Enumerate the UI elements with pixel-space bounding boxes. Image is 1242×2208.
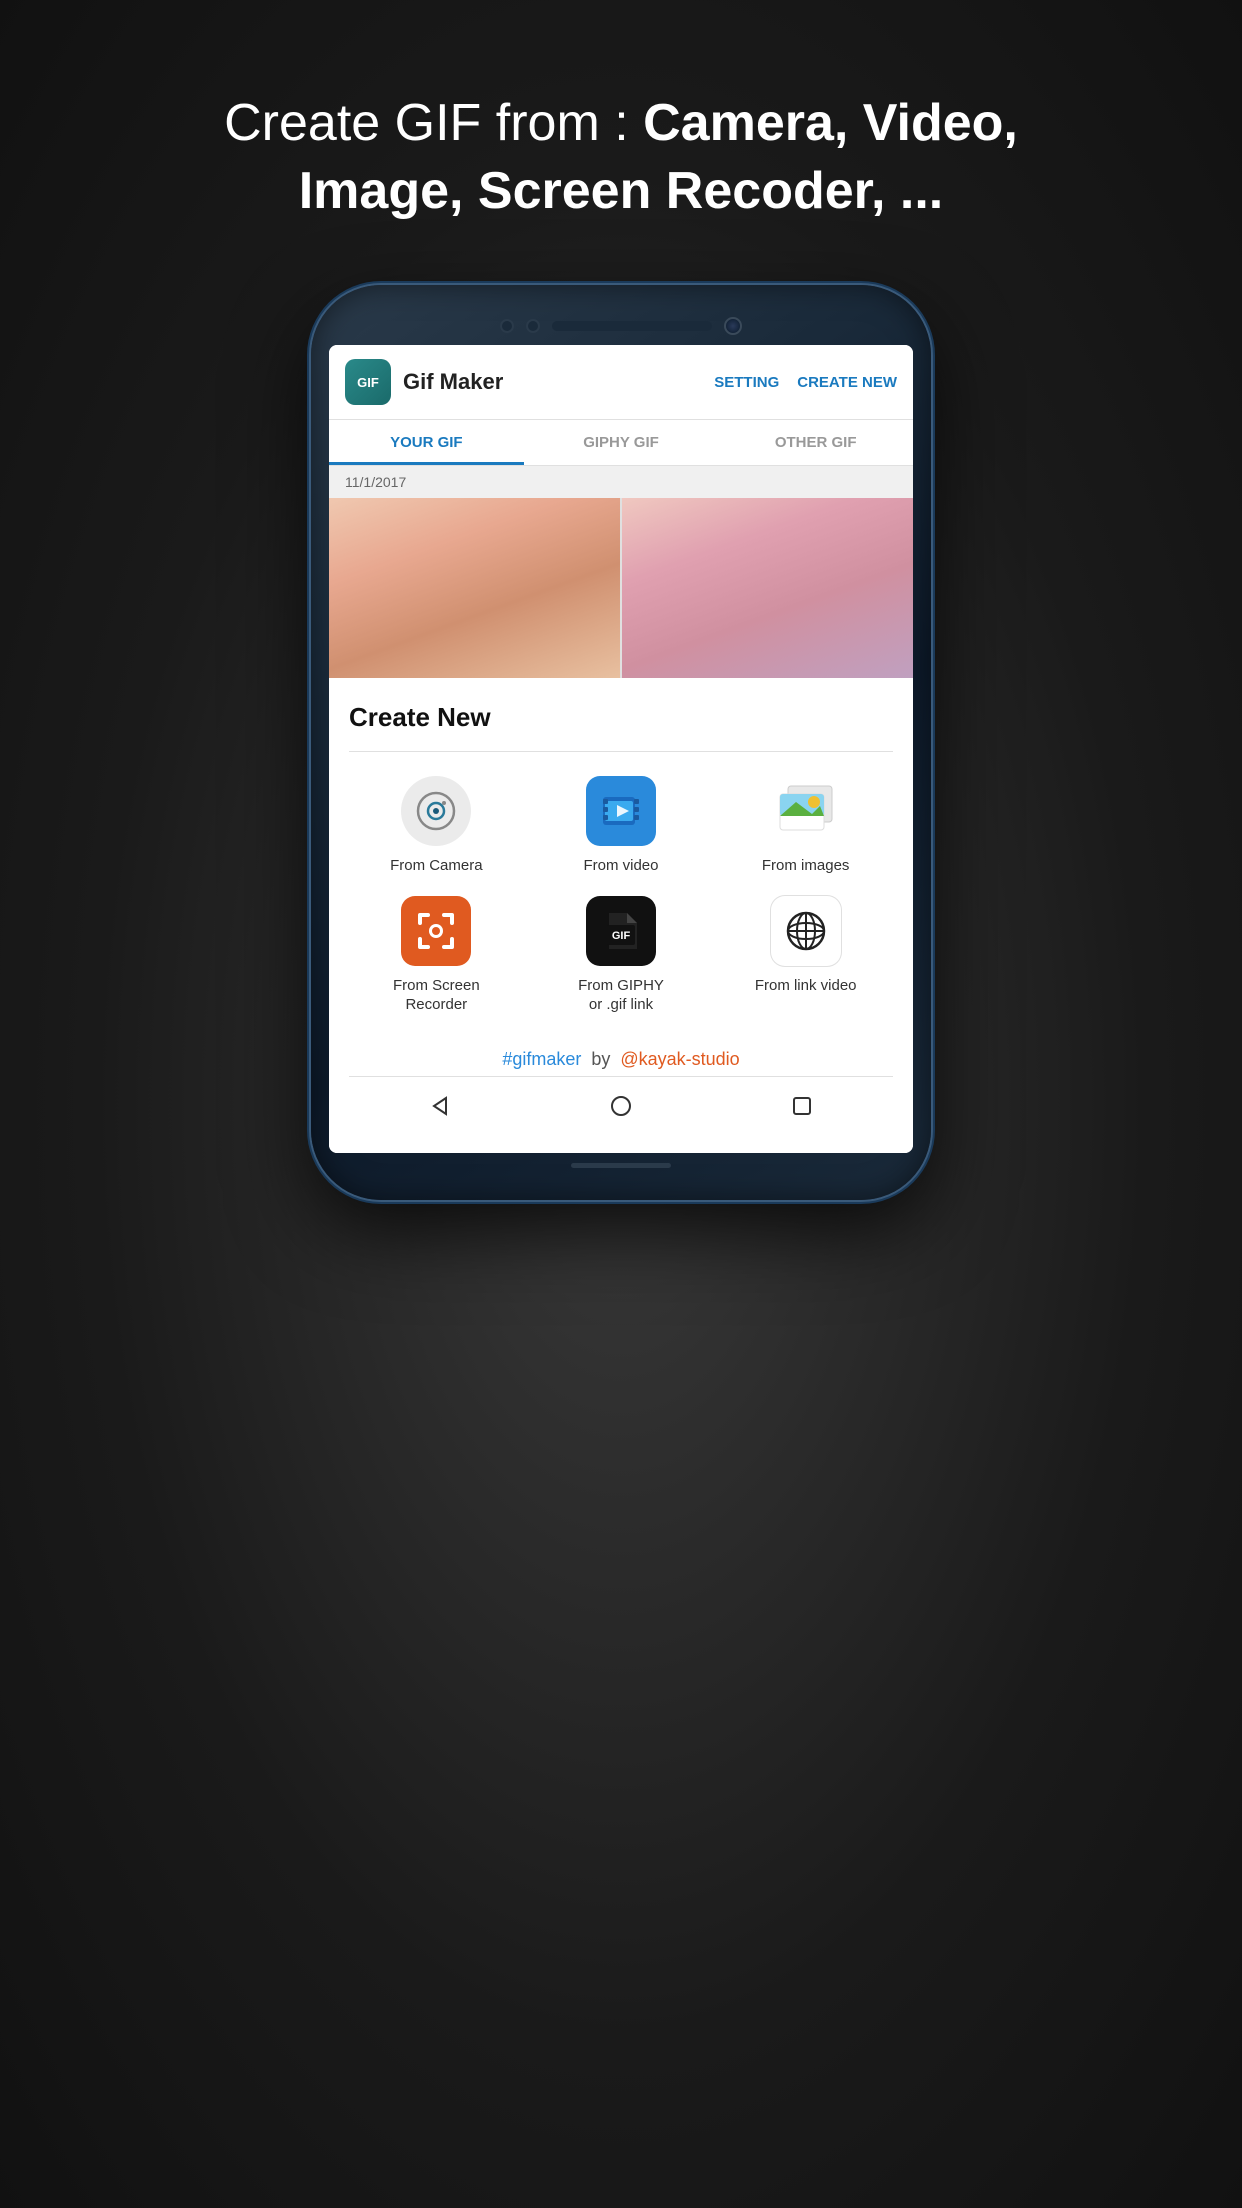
create-new-sheet: Create New Fr	[329, 678, 913, 1153]
camera-svg	[415, 790, 457, 832]
giphy-icon: GIF	[586, 896, 656, 966]
phone-bottom	[329, 1153, 913, 1182]
phone-screen: GIF Gif Maker SETTING CREATE NEW YOUR GI…	[329, 345, 913, 1153]
date-label: 11/1/2017	[329, 466, 913, 498]
phone-top-bar	[329, 303, 913, 345]
options-grid: From Camera	[349, 776, 893, 1015]
back-button[interactable]	[425, 1091, 455, 1121]
images-svg	[776, 784, 836, 838]
gif-thumb-1[interactable]	[329, 498, 620, 678]
promo-line1-normal: Create GIF from :	[224, 94, 643, 152]
globe-icon	[771, 896, 841, 966]
speaker-grille	[552, 321, 712, 331]
phone-frame: GIF Gif Maker SETTING CREATE NEW YOUR GI…	[311, 285, 931, 1200]
sheet-divider	[349, 751, 893, 752]
option-camera-label: From Camera	[390, 856, 483, 876]
option-images[interactable]: From images	[718, 776, 893, 876]
option-giphy-label: From GIPHY or .gif link	[578, 976, 664, 1015]
footer-studio: @kayak-studio	[620, 1049, 739, 1070]
video-icon	[586, 776, 656, 846]
option-giphy[interactable]: GIF From GIPHY or .gif link	[534, 896, 709, 1015]
setting-button[interactable]: SETTING	[714, 374, 779, 391]
gif-thumb-2[interactable]	[622, 498, 913, 678]
promo-header: Create GIF from : Camera, Video, Image, …	[171, 90, 1071, 225]
recent-apps-button[interactable]	[787, 1091, 817, 1121]
option-link-label: From link video	[755, 976, 857, 996]
camera-icon	[401, 776, 471, 846]
option-link-video[interactable]: From link video	[718, 896, 893, 1015]
navigation-bar	[349, 1076, 893, 1133]
option-images-label: From images	[762, 856, 850, 876]
giphy-svg: GIF	[599, 909, 643, 953]
gif-image-2	[622, 498, 913, 678]
home-indicator	[571, 1163, 671, 1168]
sensor-dot2	[526, 319, 540, 333]
sheet-title: Create New	[349, 702, 893, 733]
home-button[interactable]	[606, 1091, 636, 1121]
tab-other-gif[interactable]: OTHER GIF	[718, 420, 913, 465]
video-svg	[599, 789, 643, 833]
app-logo: GIF	[345, 359, 391, 405]
gif-grid	[329, 498, 913, 678]
app-title: Gif Maker	[403, 369, 696, 395]
footer-hashtag: #gifmaker	[502, 1049, 581, 1070]
promo-line2: Image, Screen Recoder, ...	[299, 162, 944, 220]
screen-recorder-icon	[401, 896, 471, 966]
promo-line1-bold: Camera, Video,	[643, 94, 1018, 152]
sensor-dot	[500, 319, 514, 333]
option-screen-label: From Screen Recorder	[393, 976, 480, 1015]
tab-your-gif[interactable]: YOUR GIF	[329, 420, 524, 465]
tab-giphy-gif[interactable]: GIPHY GIF	[524, 420, 719, 465]
tab-bar: YOUR GIF GIPHY GIF OTHER GIF	[329, 420, 913, 466]
option-screen-recorder[interactable]: From Screen Recorder	[349, 896, 524, 1015]
globe-svg	[783, 908, 829, 954]
option-camera[interactable]: From Camera	[349, 776, 524, 876]
screen-svg	[414, 909, 458, 953]
front-camera-icon	[724, 317, 742, 335]
app-header: GIF Gif Maker SETTING CREATE NEW	[329, 345, 913, 420]
create-new-button[interactable]: CREATE NEW	[797, 374, 897, 391]
footer-by: by	[591, 1049, 610, 1070]
option-video[interactable]: From video	[534, 776, 709, 876]
sheet-footer: #gifmaker by @kayak-studio	[349, 1039, 893, 1076]
images-icon	[771, 776, 841, 846]
option-video-label: From video	[583, 856, 658, 876]
svg-text:GIF: GIF	[612, 930, 631, 942]
gif-image-1	[329, 498, 620, 678]
